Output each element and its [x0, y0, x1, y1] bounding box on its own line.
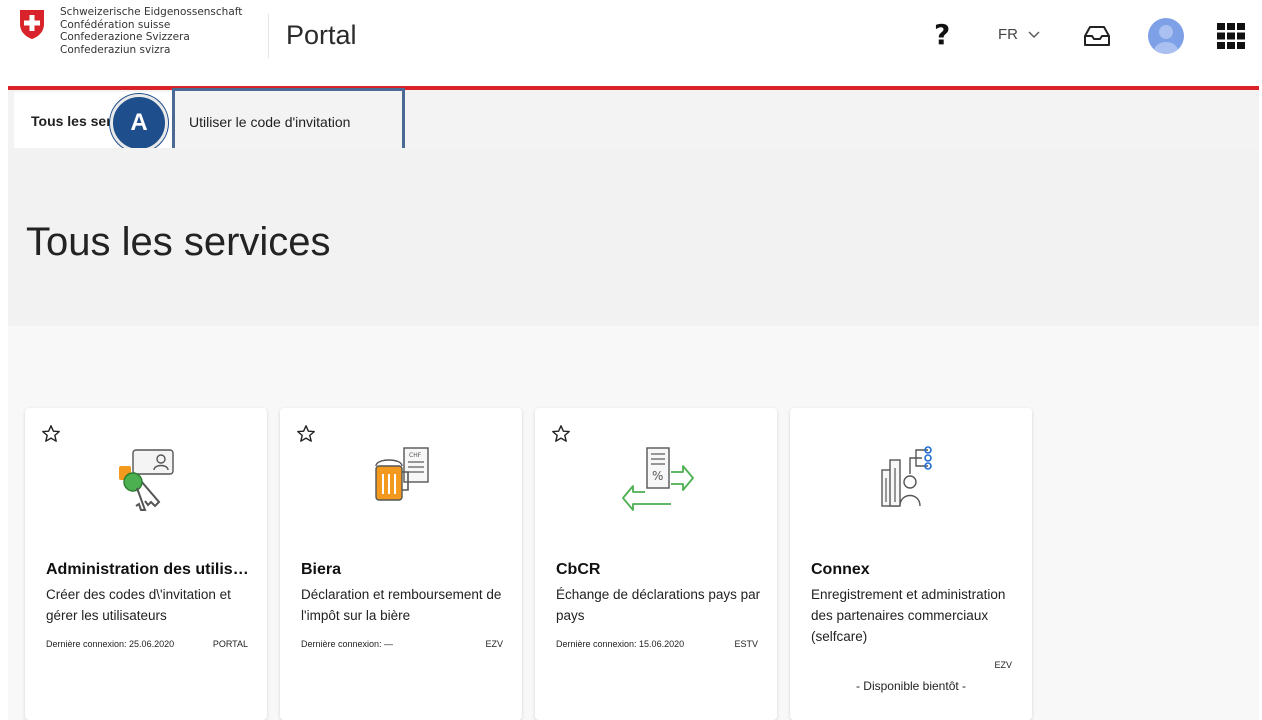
keys-id-card-icon	[119, 449, 174, 511]
service-title: Connex	[811, 561, 870, 578]
service-org: EZV	[485, 639, 503, 649]
favorite-star-icon[interactable]	[551, 424, 571, 444]
tab-invitation-code-label: Utiliser le code d'invitation	[189, 114, 351, 130]
service-org: ESTV	[734, 639, 758, 649]
help-icon[interactable]: ?	[934, 18, 950, 51]
service-title: Administration des utilisateurs	[46, 561, 252, 578]
service-description: Enregistrement et administration des par…	[811, 587, 1006, 644]
last-login: Dernière connexion: —	[301, 639, 394, 649]
annotation-marker-a: A	[110, 94, 168, 152]
service-description: Créer des codes d\'invitation et gérer l…	[46, 587, 231, 623]
service-status: - Disponible bientôt -	[855, 679, 967, 693]
beer-document-icon: CHF	[375, 447, 429, 501]
service-meta: Dernière connexion: — EZV	[301, 639, 503, 649]
user-icon	[1154, 25, 1178, 54]
chevron-down-icon	[1028, 31, 1040, 38]
confederation-name-de: Schweizerische Eidgenossenschaft	[60, 6, 243, 18]
language-select[interactable]: FR	[998, 26, 1040, 43]
last-login: Dernière connexion: 15.06.2020	[556, 639, 685, 649]
user-avatar[interactable]	[1148, 18, 1184, 54]
service-card-connex[interactable]: Connex Enregistrement et administration …	[790, 408, 1032, 720]
confederation-name-it: Confederazione Svizzera	[60, 31, 190, 43]
favorite-star-icon[interactable]	[296, 424, 316, 444]
service-org: PORTAL	[212, 639, 248, 649]
service-card-biera[interactable]: CHF Biera Déclaration et remboursement d…	[280, 408, 522, 720]
top-header: Schweizerische Eidgenossenschaft Confédé…	[0, 0, 1262, 86]
service-org: EZV	[994, 660, 1012, 670]
service-title: CbCR	[556, 561, 601, 578]
last-login: Dernière connexion: 25.06.2020	[46, 639, 175, 649]
service-title: Biera	[301, 561, 342, 578]
service-card-cbcr[interactable]: % CbCR Échange de déclarations pays par …	[535, 408, 777, 720]
confederation-name-fr: Confédération suisse	[60, 18, 171, 31]
favorite-star-icon[interactable]	[41, 424, 61, 444]
business-network-icon	[881, 446, 932, 507]
service-meta: Dernière connexion: 25.06.2020 PORTAL	[46, 639, 248, 649]
service-description: Déclaration et remboursement de l'impôt …	[301, 587, 502, 623]
page-title: Tous les services	[26, 220, 331, 264]
tab-invitation-code[interactable]: Utiliser le code d'invitation	[172, 88, 405, 152]
language-label: FR	[998, 26, 1018, 43]
confederation-name-rm: Confederaziun svizra	[60, 43, 171, 56]
svg-text:%: %	[652, 469, 663, 483]
exchange-document-icon: %	[622, 447, 694, 511]
inbox-icon[interactable]	[1082, 24, 1112, 48]
confederation-names: Schweizerische Eidgenossenschaft Confédé…	[60, 6, 242, 56]
svg-text:CHF: CHF	[409, 452, 422, 459]
service-description: Échange de déclarations pays par pays	[556, 587, 761, 623]
page-hero: Tous les services	[8, 148, 1259, 326]
portal-title[interactable]: Portal	[286, 20, 357, 51]
service-meta: Dernière connexion: 15.06.2020 ESTV	[556, 639, 758, 649]
swiss-crest-icon	[20, 10, 44, 39]
header-divider	[268, 14, 269, 58]
service-card-admin[interactable]: Administration des utilisateurs Créer de…	[25, 408, 267, 720]
apps-grid-icon[interactable]	[1216, 22, 1246, 50]
